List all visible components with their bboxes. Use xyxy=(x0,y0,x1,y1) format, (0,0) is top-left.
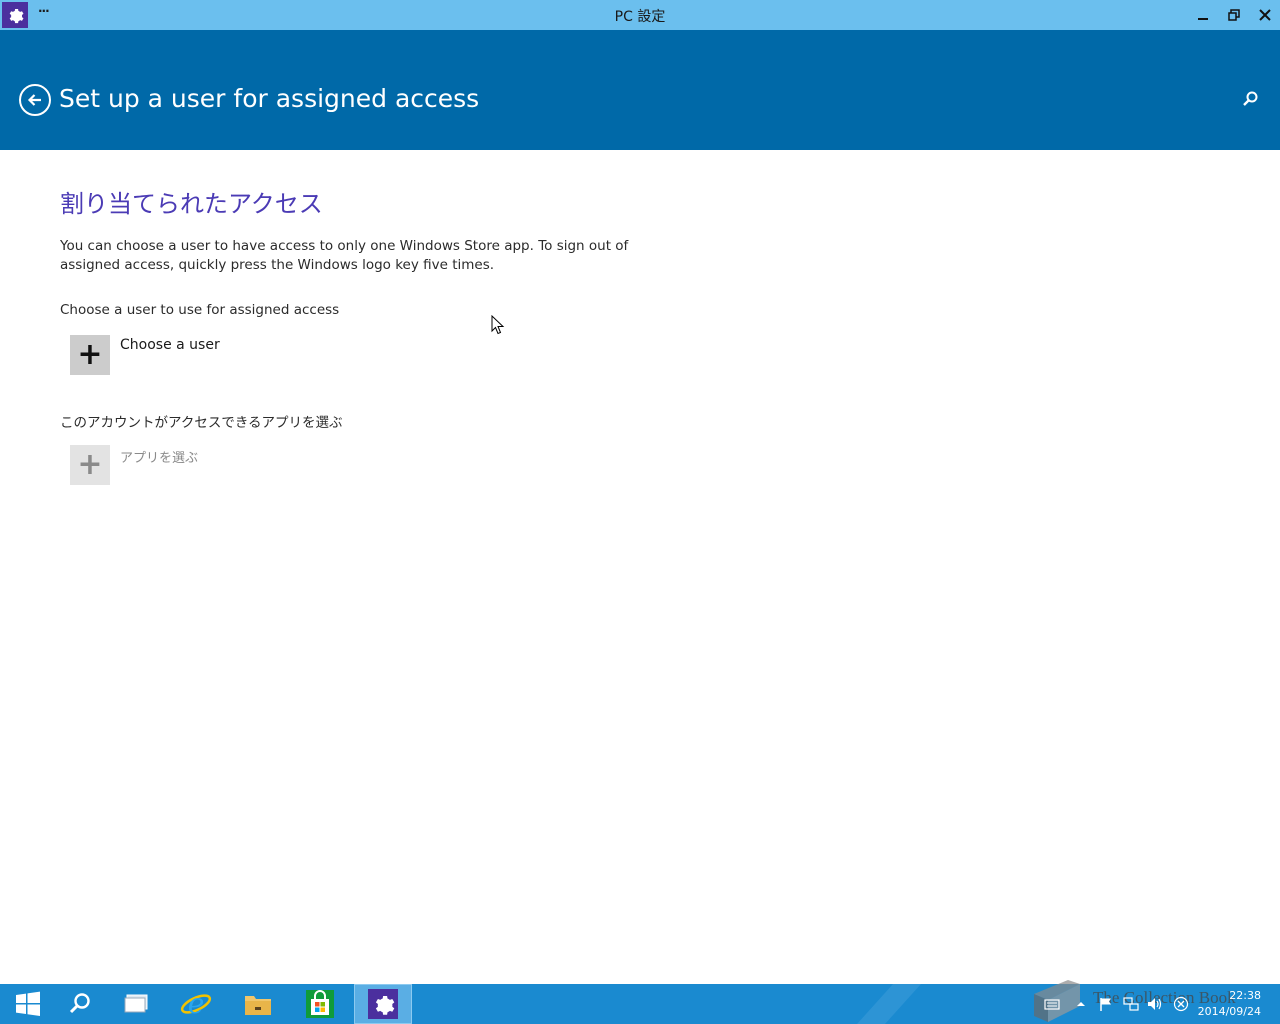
page-title: Set up a user for assigned access xyxy=(59,84,480,113)
internet-explorer-icon: e xyxy=(180,988,212,1020)
minimize-icon xyxy=(1198,18,1208,20)
back-button[interactable] xyxy=(19,84,51,116)
description-text: You can choose a user to have access to … xyxy=(60,238,629,273)
task-view-button[interactable] xyxy=(108,984,164,1024)
clock-time: 22:38 xyxy=(1229,989,1261,1002)
choose-user-label: Choose a user xyxy=(120,337,220,353)
section-heading: 割り当てられたアクセス xyxy=(60,190,323,218)
decorative-stripe xyxy=(857,984,921,1024)
close-button[interactable] xyxy=(1254,4,1276,26)
store-icon xyxy=(306,990,334,1018)
task-view-icon xyxy=(124,994,148,1013)
start-button[interactable] xyxy=(0,984,56,1024)
window-title: PC 設定 xyxy=(614,9,666,25)
settings-icon xyxy=(368,989,398,1019)
internet-explorer-button[interactable]: e xyxy=(168,984,224,1024)
search-button[interactable] xyxy=(1241,90,1261,110)
back-arrow-icon xyxy=(27,94,41,106)
network-icon[interactable] xyxy=(1123,996,1139,1012)
restore-button[interactable] xyxy=(1223,4,1245,26)
clock-date: 2014/09/24 xyxy=(1197,1005,1261,1018)
svg-text:e: e xyxy=(188,988,205,1020)
choose-app-label: アプリを選ぶ xyxy=(120,451,199,466)
store-button[interactable] xyxy=(292,984,348,1024)
action-center-flag-icon[interactable] xyxy=(1098,996,1114,1012)
minimize-button[interactable] xyxy=(1192,4,1214,26)
file-explorer-icon xyxy=(245,996,271,1015)
choose-user-heading: Choose a user to use for assigned access xyxy=(60,302,340,318)
restore-icon xyxy=(1228,9,1240,21)
show-hidden-icons-icon[interactable] xyxy=(1073,996,1089,1012)
search-icon xyxy=(69,993,90,1014)
plus-icon: + xyxy=(70,335,110,375)
mouse-cursor-icon xyxy=(491,315,505,335)
pc-settings-taskbar-button[interactable] xyxy=(354,984,412,1024)
search-icon xyxy=(1243,91,1258,106)
taskbar: e The Collection Book 22:38 2014/09/24 xyxy=(0,980,1280,1024)
choose-app-heading: このアカウントがアクセスできるアプリを選ぶ xyxy=(60,415,343,431)
page-header: Set up a user for assigned access xyxy=(0,30,1280,150)
status-x-icon[interactable] xyxy=(1173,996,1189,1012)
close-icon xyxy=(1259,9,1271,21)
volume-icon[interactable] xyxy=(1147,996,1163,1012)
taskbar-clock[interactable]: 22:38 2014/09/24 xyxy=(1191,988,1261,1020)
start-icon xyxy=(16,991,40,1016)
choose-user-button[interactable]: + Choose a user xyxy=(70,335,220,375)
file-explorer-button[interactable] xyxy=(230,984,286,1024)
plus-icon: + xyxy=(70,445,110,485)
choose-app-button[interactable]: + アプリを選ぶ xyxy=(70,445,198,485)
taskbar-search-button[interactable] xyxy=(52,984,108,1024)
keyboard-icon[interactable] xyxy=(1044,996,1060,1012)
title-bar: ··· PC 設定 xyxy=(0,0,1280,30)
